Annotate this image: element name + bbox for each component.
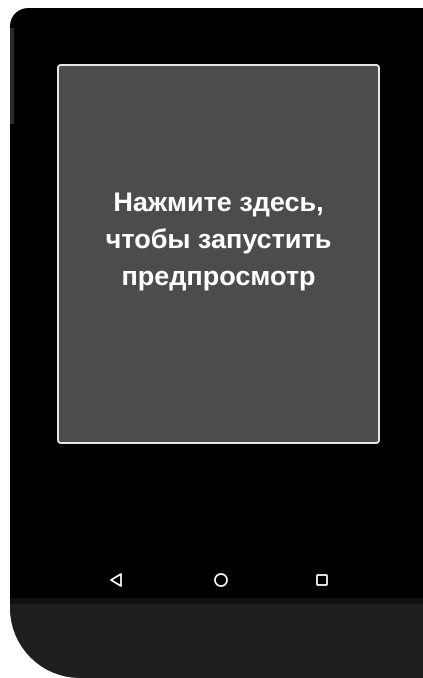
start-preview-button[interactable]: Нажмите здесь, чтобы запустить предпросм… xyxy=(57,64,380,444)
android-navigation-bar xyxy=(10,556,423,606)
bottom-bezel xyxy=(10,604,423,678)
start-preview-label: Нажмите здесь, чтобы запустить предпросм… xyxy=(105,186,332,291)
home-button[interactable] xyxy=(209,570,233,594)
back-triangle-icon xyxy=(108,572,124,593)
side-button xyxy=(10,28,14,124)
recent-apps-button[interactable] xyxy=(310,570,334,594)
phone-screen: Нажмите здесь, чтобы запустить предпросм… xyxy=(10,8,423,598)
back-button[interactable] xyxy=(104,570,128,594)
phone-device: Нажмите здесь, чтобы запустить предпросм… xyxy=(10,8,423,678)
home-circle-icon xyxy=(213,572,229,593)
recent-apps-square-icon xyxy=(314,572,330,593)
